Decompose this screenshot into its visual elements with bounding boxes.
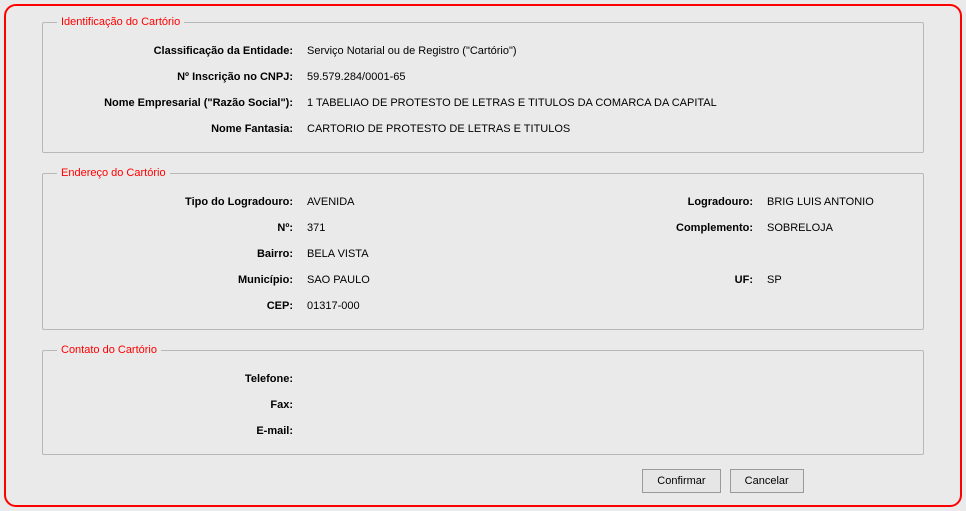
contato-legend: Contato do Cartório <box>57 344 161 356</box>
tipo-logradouro-label: Tipo do Logradouro: <box>53 196 303 208</box>
municipio-label: Município: <box>53 274 303 286</box>
municipio-value: SAO PAULO <box>303 274 643 286</box>
tipo-logradouro-value: AVENIDA <box>303 196 643 208</box>
numero-label: Nº: <box>53 222 303 234</box>
razao-social-label: Nome Empresarial ("Razão Social"): <box>53 97 303 109</box>
razao-social-value: 1 TABELIAO DE PROTESTO DE LETRAS E TITUL… <box>303 97 913 109</box>
uf-label: UF: <box>643 274 763 286</box>
complemento-label: Complemento: <box>643 222 763 234</box>
classificacao-label: Classificação da Entidade: <box>53 45 303 57</box>
identificacao-legend: Identificação do Cartório <box>57 16 184 28</box>
contato-fieldset: Contato do Cartório Telefone: Fax: E-mai… <box>42 344 924 455</box>
endereco-legend: Endereço do Cartório <box>57 167 170 179</box>
cep-label: CEP: <box>53 300 303 312</box>
cnpj-label: Nº Inscrição no CNPJ: <box>53 71 303 83</box>
complemento-value: SOBRELOJA <box>763 222 913 234</box>
numero-value: 371 <box>303 222 643 234</box>
cep-value: 01317-000 <box>303 300 913 312</box>
logradouro-value: BRIG LUIS ANTONIO <box>763 196 913 208</box>
classificacao-value: Serviço Notarial ou de Registro ("Cartór… <box>303 45 913 57</box>
cancelar-button[interactable]: Cancelar <box>730 469 804 493</box>
main-panel: Identificação do Cartório Classificação … <box>4 4 962 507</box>
bairro-label: Bairro: <box>53 248 303 260</box>
logradouro-label: Logradouro: <box>643 196 763 208</box>
identificacao-fieldset: Identificação do Cartório Classificação … <box>42 16 924 153</box>
fax-label: Fax: <box>53 399 303 411</box>
button-bar: Confirmar Cancelar <box>14 469 952 493</box>
nome-fantasia-label: Nome Fantasia: <box>53 123 303 135</box>
cnpj-value: 59.579.284/0001-65 <box>303 71 913 83</box>
confirmar-button[interactable]: Confirmar <box>642 469 720 493</box>
nome-fantasia-value: CARTORIO DE PROTESTO DE LETRAS E TITULOS <box>303 123 913 135</box>
telefone-label: Telefone: <box>53 373 303 385</box>
endereco-fieldset: Endereço do Cartório Tipo do Logradouro:… <box>42 167 924 330</box>
uf-value: SP <box>763 274 913 286</box>
bairro-value: BELA VISTA <box>303 248 913 260</box>
email-label: E-mail: <box>53 425 303 437</box>
